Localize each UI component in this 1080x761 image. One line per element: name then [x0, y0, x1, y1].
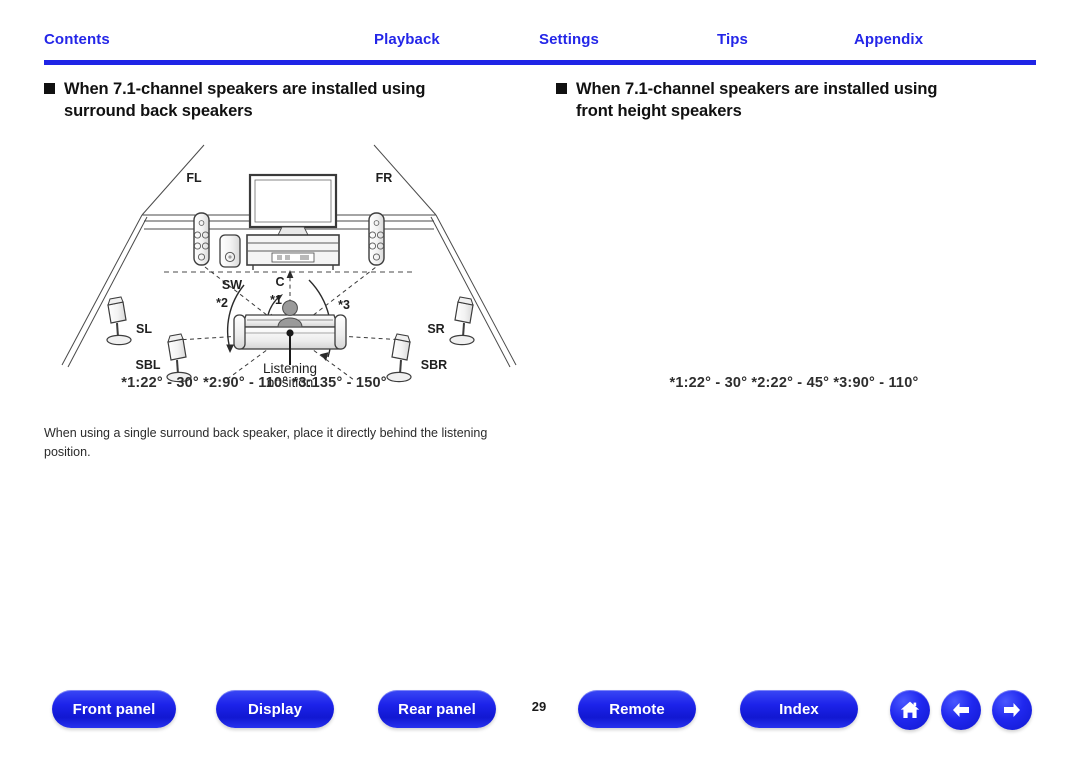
home-icon[interactable]: [890, 690, 930, 730]
label-listening-line1: Listening: [263, 361, 317, 376]
bullet-square-icon: [44, 83, 55, 94]
label-sbl: SBL: [136, 358, 161, 372]
tab-tips[interactable]: Tips: [717, 30, 748, 50]
label-ref1: *1: [270, 293, 282, 307]
arrow-left-icon[interactable]: [941, 690, 981, 730]
label-sbr: SBR: [421, 358, 447, 372]
tab-contents[interactable]: Contents: [44, 30, 110, 50]
manual-page: Contents Playback Settings Tips Appendix…: [0, 0, 1080, 761]
speaker-layout-surround-back-diagram: FL FR SW C SL SR SBL SBR *2 *1 *3 Listen…: [44, 137, 534, 437]
section-title-left-line2: surround back speakers: [64, 102, 253, 121]
index-button[interactable]: Index: [740, 690, 858, 728]
label-sr: SR: [427, 322, 444, 336]
tab-playback[interactable]: Playback: [374, 30, 440, 50]
label-sw: SW: [222, 278, 242, 292]
label-fr: FR: [376, 171, 393, 185]
footer-nav: Front panel Display Rear panel 29 Remote…: [0, 690, 1080, 745]
tab-appendix[interactable]: Appendix: [854, 30, 923, 50]
front-panel-button[interactable]: Front panel: [52, 690, 176, 728]
rear-panel-button[interactable]: Rear panel: [378, 690, 496, 728]
page-number: 29: [531, 699, 547, 714]
bullet-square-icon: [556, 83, 567, 94]
label-ref3: *3: [338, 298, 350, 312]
column-right: When 7.1-channel speakers are installed …: [556, 78, 1046, 437]
display-button[interactable]: Display: [216, 690, 334, 728]
angle-caption-left: *1:22° - 30° *2:90° - 110° *3:135° - 150…: [121, 374, 387, 391]
section-title-right: When 7.1-channel speakers are installed …: [556, 78, 1046, 123]
angle-caption-right: *1:22° - 30° *2:22° - 45° *3:90° - 110°: [669, 374, 919, 391]
label-sl: SL: [136, 322, 152, 336]
section-title-right-line1: When 7.1-channel speakers are installed …: [576, 80, 938, 98]
header-divider: [44, 60, 1036, 65]
tab-settings[interactable]: Settings: [539, 30, 599, 50]
section-title-left: When 7.1-channel speakers are installed …: [44, 78, 534, 123]
label-ref2: *2: [216, 296, 228, 310]
speaker-layout-front-height-diagram: *1:22° - 30° *2:22° - 45° *3:90° - 110°: [556, 137, 1046, 437]
section-title-right-line2: front height speakers: [576, 102, 742, 121]
arrow-right-icon[interactable]: [992, 690, 1032, 730]
column-left: When 7.1-channel speakers are installed …: [44, 78, 534, 437]
note-text: When using a single surround back speake…: [44, 426, 488, 460]
label-c: C: [275, 275, 284, 289]
header-nav: Contents Playback Settings Tips Appendix: [44, 30, 1036, 58]
remote-button[interactable]: Remote: [578, 690, 696, 728]
section-title-left-line1: When 7.1-channel speakers are installed …: [64, 80, 426, 98]
label-fl: FL: [186, 171, 202, 185]
